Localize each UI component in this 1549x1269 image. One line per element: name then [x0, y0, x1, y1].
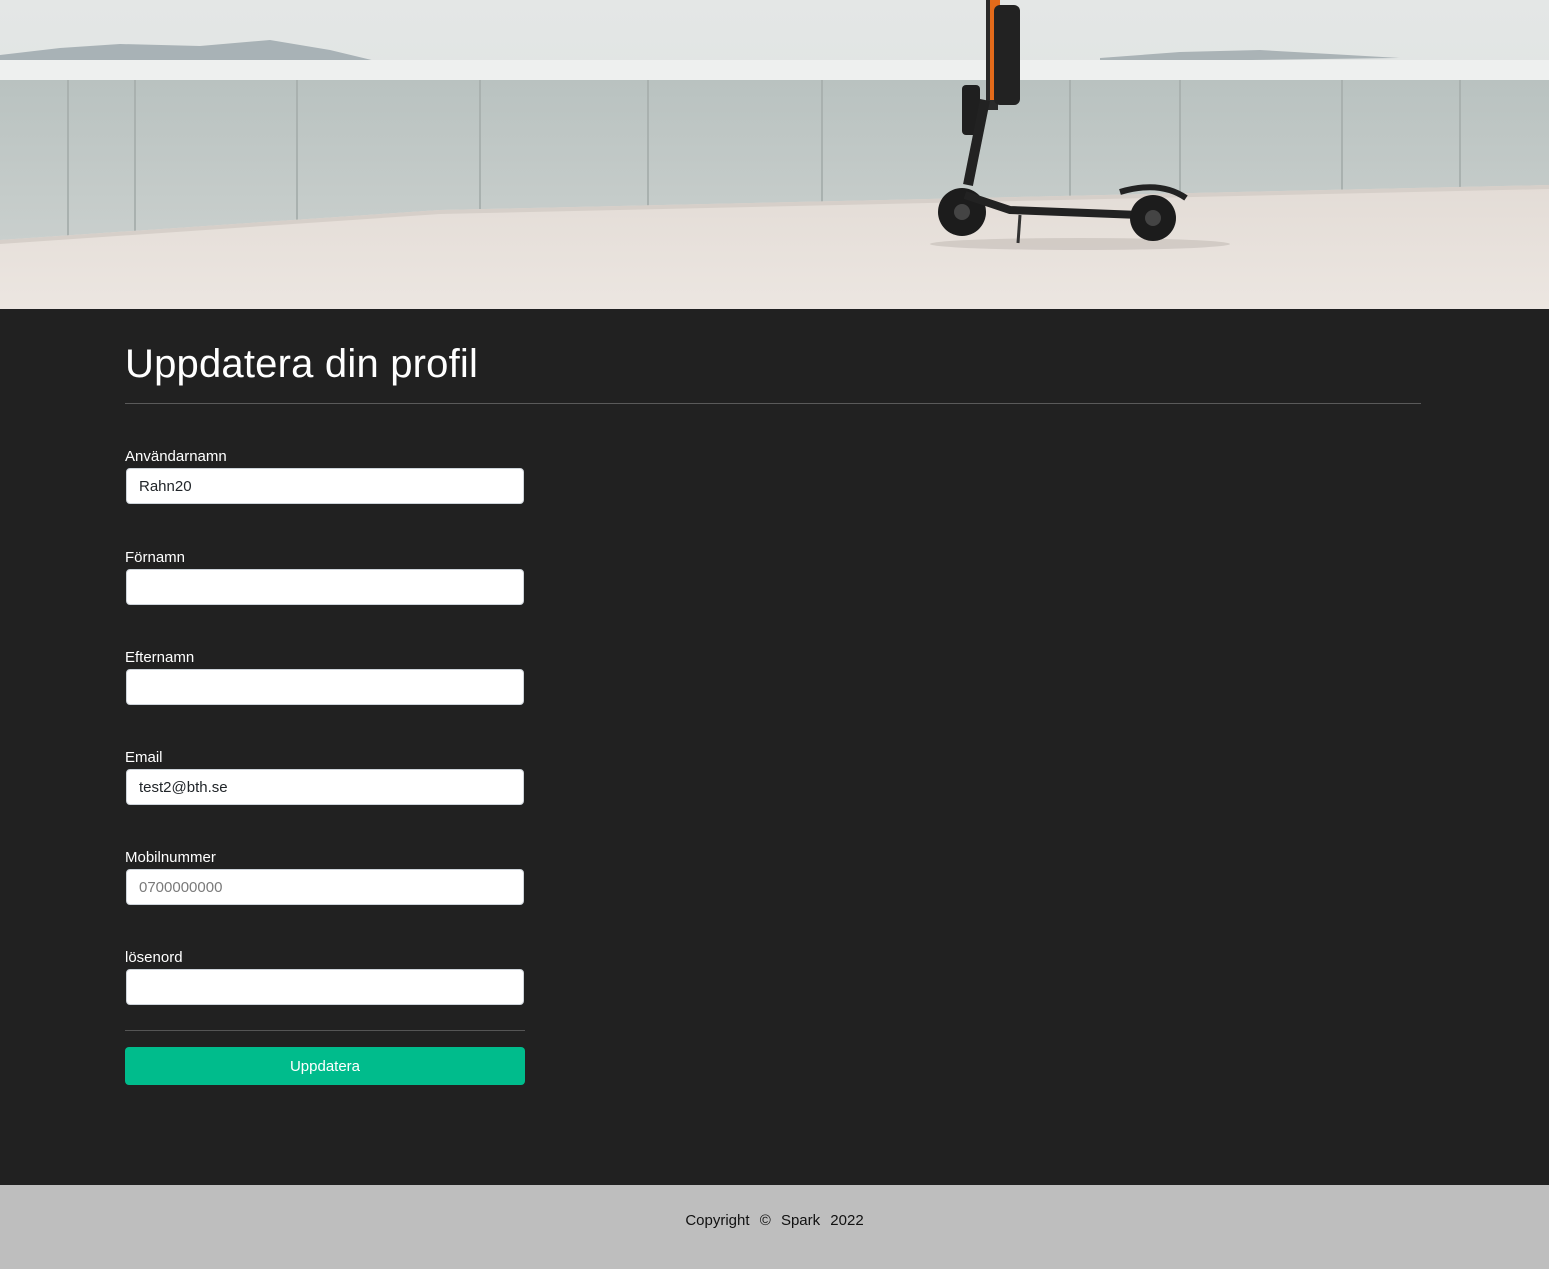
form-divider	[125, 1030, 525, 1031]
page-title: Uppdatera din profil	[125, 342, 479, 386]
brand-name: Spark	[780, 1212, 821, 1229]
password-field: lösenord	[125, 948, 525, 1005]
copyright-text: Copyright © Spark 2022	[0, 1211, 1549, 1231]
lastname-input[interactable]	[126, 669, 524, 705]
copyright-year: 2022	[830, 1212, 864, 1229]
username-label: Användarnamn	[125, 448, 227, 465]
phone-input[interactable]	[126, 869, 524, 905]
lastname-label: Efternamn	[125, 649, 195, 666]
email-input[interactable]	[126, 769, 524, 805]
phone-label: Mobilnummer	[125, 849, 216, 866]
password-input[interactable]	[126, 969, 524, 1005]
title-divider	[125, 403, 1421, 404]
username-input[interactable]	[126, 468, 524, 504]
firstname-field: Förnamn	[125, 548, 525, 605]
email-label: Email	[125, 749, 163, 766]
copyright-word: Copyright	[685, 1212, 750, 1229]
update-button[interactable]: Uppdatera	[125, 1047, 525, 1085]
footer: Copyright © Spark 2022	[0, 1185, 1549, 1269]
email-field: Email	[125, 748, 525, 805]
username-field: Användarnamn	[125, 447, 525, 504]
lastname-field: Efternamn	[125, 648, 525, 705]
hero-image	[0, 0, 1549, 309]
main-content: Uppdatera din profil Användarnamn Förnam…	[0, 309, 1549, 1185]
firstname-input[interactable]	[126, 569, 524, 605]
firstname-label: Förnamn	[125, 549, 186, 566]
copyright-symbol: ©	[759, 1212, 771, 1229]
phone-field: Mobilnummer	[125, 848, 525, 905]
password-label: lösenord	[125, 949, 183, 966]
